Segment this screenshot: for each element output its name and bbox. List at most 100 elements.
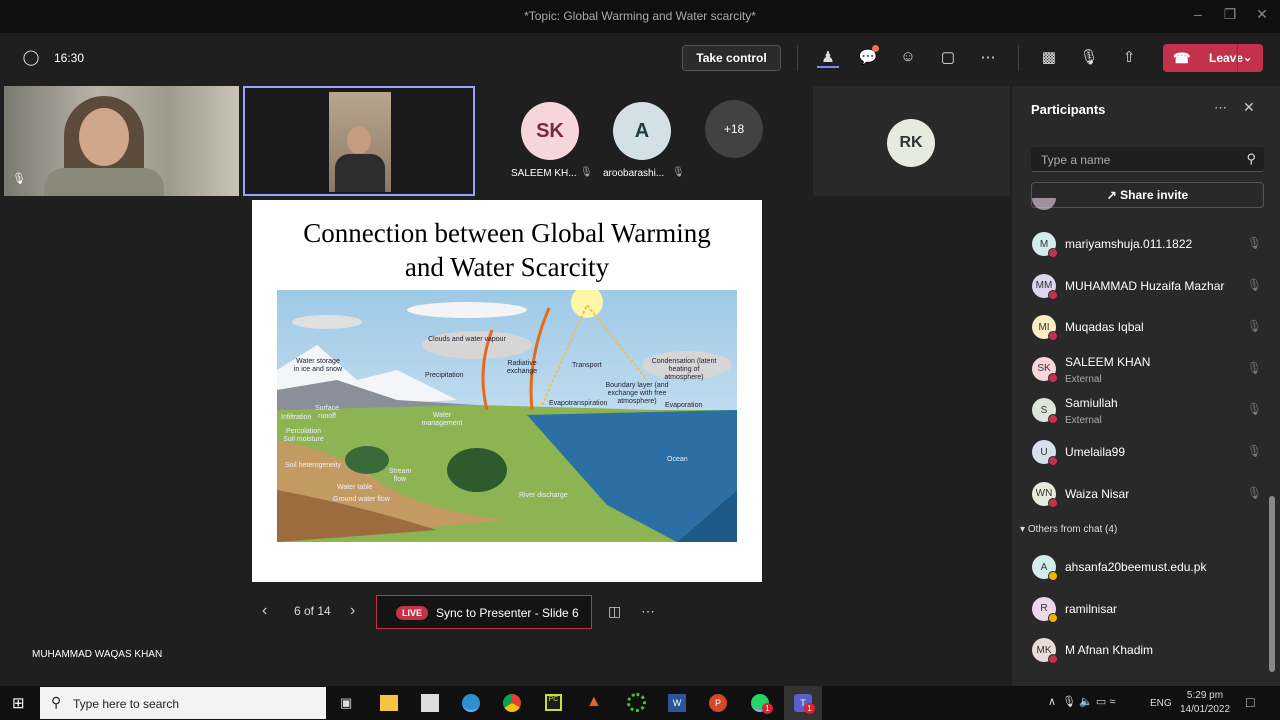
video-tile-1[interactable]: 🎙 [4, 86, 239, 196]
status-busy-icon [1048, 414, 1058, 425]
participant-row[interactable]: SK SALEEM KHAN External 🎙 [1032, 349, 1272, 389]
mic-off-icon: 🎙 [672, 167, 685, 178]
phone-icon: ☎ [1173, 50, 1191, 66]
diagram-label: Surface runoff [314, 405, 340, 420]
others-from-chat-header[interactable]: ▾ Others from chat (4) [1020, 524, 1117, 535]
participant-row[interactable]: M mariyamshuja.011.1822 🎙 [1032, 224, 1272, 264]
taskbar: ⊞ ⚲ Type here to search ▣ PC ▲ W P 1 T 1… [0, 686, 1280, 720]
live-badge: LIVE [396, 606, 429, 620]
leave-button[interactable]: ☎ Leave ⌄ [1163, 44, 1263, 72]
diagram-label: Water storage in ice and snow [293, 358, 343, 373]
diagram-label: Water table [337, 484, 373, 491]
participant-name: Umelaila99 [1065, 445, 1126, 459]
file-explorer-icon[interactable] [380, 695, 398, 711]
diagram-label: Condensation (latent heating of atmosphe… [651, 358, 717, 381]
participant-name: M Afnan Khadim [1065, 643, 1154, 658]
maximize-icon[interactable]: ❐ [1220, 6, 1240, 23]
avatar [1032, 198, 1056, 210]
take-control-button[interactable]: Take control [682, 45, 781, 71]
participant-row[interactable]: S Samiullah External 🎙 [1032, 390, 1272, 430]
scrollbar[interactable] [1269, 496, 1275, 672]
close-icon[interactable]: ✕ [1243, 99, 1255, 116]
more-icon[interactable]: ⋯ [977, 48, 999, 68]
more-options-icon[interactable]: ⋯ [641, 603, 655, 620]
system-tray[interactable]: ∧ 🎙 🔈 ▭ ≈ [1048, 695, 1115, 708]
mic-off-icon: 🎙 [12, 173, 26, 185]
taskbar-search[interactable]: ⚲ Type here to search [40, 687, 326, 719]
edge-icon[interactable] [462, 694, 480, 712]
mic-off-icon: 🎙 [1246, 236, 1262, 250]
status-busy-icon [1048, 497, 1058, 508]
overflow-count[interactable]: +18 [705, 100, 763, 158]
mic-off-icon: 🎙 [1246, 319, 1262, 334]
windows-start-icon[interactable]: ⊞ [12, 694, 25, 712]
diagram-label: Precipitation [425, 372, 464, 379]
status-icon [1048, 654, 1058, 665]
diagram-label: Ground water flow [333, 496, 390, 503]
participant-tag: External [1065, 415, 1102, 427]
status-busy-icon [1048, 372, 1058, 383]
video-tile-rk[interactable]: RK [813, 86, 1010, 196]
slides-grid-icon[interactable]: ◫ [608, 603, 621, 620]
search-icon: ⚲ [51, 694, 62, 710]
video-tile-2[interactable] [243, 86, 475, 196]
powerpoint-icon[interactable]: P [709, 694, 727, 712]
participant-name: SALEEM KHAN [1065, 354, 1151, 369]
word-icon[interactable]: W [668, 694, 686, 712]
share-invite-button[interactable]: ↗ Share invite [1031, 182, 1264, 208]
chat-participant-row[interactable]: R ramilnisar [1032, 589, 1272, 629]
minimize-icon[interactable]: – [1188, 6, 1208, 22]
participant-row[interactable]: WN Waiza Nisar 🎙 [1032, 474, 1272, 514]
matlab-icon[interactable]: ▲ [586, 693, 602, 711]
status-busy-icon [1048, 331, 1058, 342]
avatar[interactable]: A [613, 102, 671, 160]
participant-tag: External [1065, 373, 1102, 385]
mic-off-icon: 🎙 [1246, 402, 1262, 417]
status-busy-icon [1048, 289, 1058, 300]
camera-off-icon[interactable]: ▩ [1038, 48, 1060, 68]
presenter-name: MUHAMMAD WAQAS KHAN [32, 649, 163, 660]
participant-row[interactable]: U Umelaila99 🎙 [1032, 432, 1272, 472]
language-indicator[interactable]: ENG [1150, 698, 1172, 709]
mic-off-icon: 🎙 [1246, 277, 1262, 292]
participant-row[interactable]: MM MUHAMMAD Huzaifa Mazhar 🎙 [1032, 266, 1272, 306]
panel-title: Participants [1031, 102, 1106, 117]
share-label: Share invite [1120, 188, 1189, 202]
diagram-label: River discharge [519, 492, 568, 499]
clock[interactable]: 5:29 pm 14/01/2022 [1180, 689, 1230, 717]
slide-title: Connection between Global Warming and Wat… [303, 218, 711, 282]
task-view-icon[interactable]: ▣ [340, 695, 352, 711]
mic-off-icon: 🎙 [1246, 444, 1262, 458]
search-input[interactable]: Type a name ⚲ [1031, 147, 1264, 172]
more-icon[interactable]: ⋯ [1214, 100, 1227, 116]
participant-name: Samiullah [1065, 396, 1118, 411]
caret-down-icon: ▾ [1020, 524, 1028, 535]
next-slide-icon[interactable]: › [350, 602, 355, 620]
pycharm-icon[interactable]: PC [545, 694, 562, 711]
previous-slide-icon[interactable]: ‹ [262, 602, 267, 620]
participant-row[interactable]: MI Muqadas Iqbal 🎙 [1032, 307, 1272, 347]
mic-off-icon[interactable]: 🎙 [1078, 48, 1100, 68]
store-icon[interactable] [421, 694, 439, 712]
close-icon[interactable]: ✕ [1252, 6, 1272, 23]
share-screen-icon[interactable]: ⇧ [1118, 48, 1140, 68]
notifications-icon[interactable]: □ [1246, 694, 1254, 710]
diagram-label: Clouds and water vapour [428, 336, 506, 343]
sync-to-presenter-button[interactable]: LIVE Sync to Presenter - Slide 6 [376, 595, 592, 629]
diagram-label: Evapotranspiration [549, 400, 608, 407]
chrome-icon[interactable] [503, 694, 521, 712]
participant-name: aroobarashi... [603, 168, 665, 179]
diagram-label: Evaporation [665, 402, 703, 409]
chevron-down-icon[interactable]: ⌄ [1243, 44, 1252, 72]
avatar[interactable]: SK [521, 102, 579, 160]
diagram-label: Soil heterogeneity [285, 462, 342, 469]
chat-participant-row[interactable]: A ahsanfa20beemust.edu.pk [1032, 547, 1272, 587]
chat-participant-row[interactable]: MK M Afnan Khadim [1032, 630, 1272, 670]
app-icon[interactable] [627, 693, 646, 712]
teams-taskbar-button[interactable]: T 1 [784, 686, 822, 720]
mic-off-icon: 🎙 [1246, 485, 1262, 500]
participants-icon[interactable]: ♟ [817, 48, 839, 68]
rooms-icon[interactable]: ▢ [937, 48, 959, 68]
water-cycle-diagram: Clouds and water vapour Radiative exchan… [277, 286, 737, 542]
reactions-icon[interactable]: ☺ [897, 48, 919, 68]
